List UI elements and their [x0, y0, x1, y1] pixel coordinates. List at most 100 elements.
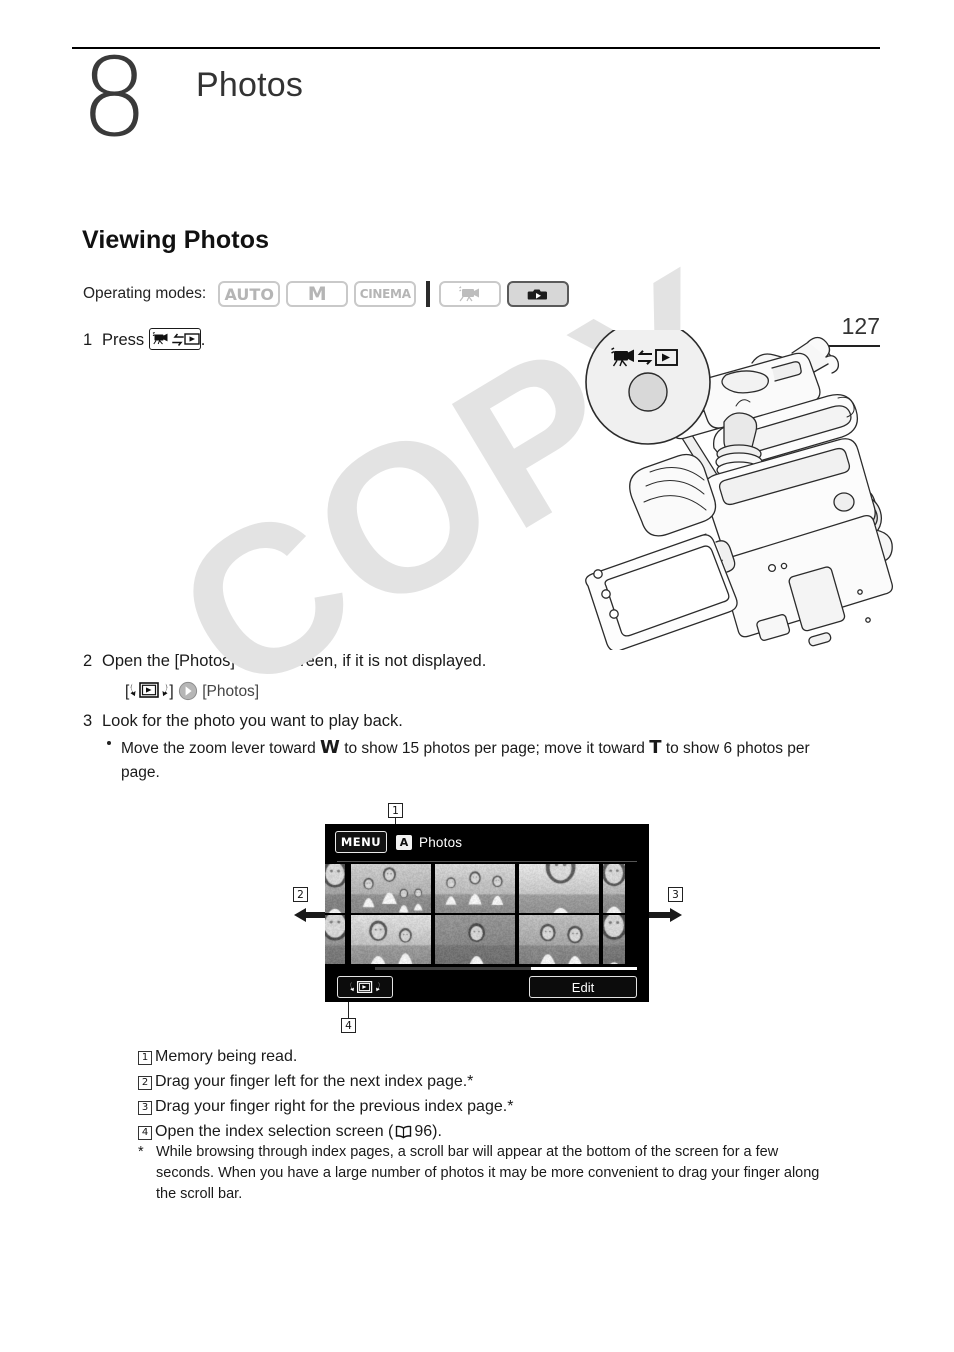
step-1: 1 Press .	[83, 328, 205, 351]
zoom-wide-label: W	[320, 737, 340, 758]
thumbnail-col-partial-left	[325, 864, 345, 964]
header-divider	[337, 861, 637, 862]
step-3: 3 Look for the photo you want to play bac…	[83, 710, 403, 732]
step-1-text-before: Press	[102, 331, 145, 349]
step-3-bullet-part2: to show 15 photos per page; move it towa…	[344, 740, 645, 757]
memory-badge: A	[396, 834, 412, 850]
step-3-number: 3	[83, 712, 93, 730]
auto-mode-label: AUTO	[224, 284, 274, 304]
thumbnail-col-2	[435, 864, 515, 964]
footnote-marker: *	[138, 1144, 144, 1160]
operating-modes-row: Operating modes: AUTO M CINEMA	[83, 281, 575, 307]
legend-item-1: 1 Memory being read.	[138, 1044, 838, 1069]
book-glyph	[396, 1125, 412, 1139]
thumbnail[interactable]	[519, 864, 599, 913]
next-arrow-icon	[178, 681, 198, 708]
step-3-text: Look for the photo you want to play back…	[102, 712, 403, 730]
footnote: * While browsing through index pages, a …	[138, 1142, 828, 1205]
callout-1: 1	[388, 803, 403, 818]
auto-mode-icon: AUTO	[218, 281, 281, 307]
thumbnail-col-partial-right	[603, 864, 625, 964]
index-screen-footer: Edit	[325, 974, 649, 1002]
menu-button[interactable]: MENU	[335, 831, 387, 853]
callout-legend: 1 Memory being read. 2 Drag your finger le…	[138, 1044, 838, 1144]
thumbnail[interactable]	[435, 915, 515, 964]
thumbnail-col-3	[519, 864, 599, 964]
video-playback-glyph	[459, 285, 480, 301]
next-page-arrow-icon	[643, 908, 682, 922]
legend-item-4: 4 Open the index selection screen ( 96).	[138, 1119, 838, 1144]
chapter-number: 8	[80, 36, 149, 161]
index-screen-figure: 1 2 3 4 MENU A Photos Edit	[293, 800, 683, 1035]
chapter-title: Photos	[196, 66, 304, 104]
legend-number-2: 2	[138, 1076, 152, 1090]
photo-playback-mode-icon	[507, 281, 570, 307]
section-title: Viewing Photos	[82, 226, 270, 254]
legend-text-4-before: Open the index selection screen (	[155, 1123, 394, 1140]
mode-divider	[426, 281, 431, 307]
footnote-text: While browsing through index pages, a sc…	[156, 1144, 820, 1203]
play-box-glyph	[184, 333, 200, 345]
index-selection-glyph	[130, 682, 168, 698]
zoom-tele-label: T	[649, 737, 662, 758]
step-2-number: 2	[83, 652, 93, 670]
step-2: 2 Open the [Photos] index screen, if it i…	[83, 650, 486, 672]
step-2-text: Open the [Photos] index screen, if it is…	[102, 652, 487, 670]
legend-text-2: Drag your finger left for the next index…	[155, 1073, 474, 1090]
edit-button[interactable]: Edit	[529, 976, 637, 998]
next-arrow-glyph	[178, 681, 198, 701]
camcorder-figure	[585, 319, 893, 652]
thumbnail[interactable]	[435, 864, 515, 913]
scroll-bar-track[interactable]	[375, 967, 531, 970]
photo-playback-glyph	[527, 289, 548, 299]
cinema-mode-icon: CINEMA	[354, 281, 417, 307]
step-1-text-after: .	[200, 331, 206, 349]
index-screen-header: MENU A Photos	[325, 824, 649, 860]
step-2-path-target: [Photos]	[202, 683, 260, 700]
thumbnail-partial[interactable]	[325, 864, 345, 913]
callout-4: 4	[341, 1018, 356, 1033]
legend-page-ref-4: 96	[414, 1123, 433, 1140]
legend-text-4-after: ).	[432, 1123, 442, 1140]
legend-item-3: 3 Drag your finger right for the previous…	[138, 1094, 838, 1119]
legend-number-3: 3	[138, 1101, 152, 1115]
manual-page: COPY 8 Photos 127 Viewing Photos Operati…	[0, 0, 954, 1352]
header-rule	[72, 47, 880, 49]
camcorder-glyph	[152, 332, 168, 345]
bracket-close: ]	[169, 683, 174, 700]
index-selection-icon	[129, 680, 169, 701]
index-selection-glyph	[350, 981, 380, 993]
callout-3: 3	[668, 887, 683, 902]
photos-index-screen: MENU A Photos Edit	[325, 824, 649, 1002]
legend-number-4: 4	[138, 1126, 152, 1140]
cinema-mode-label: CINEMA	[359, 287, 411, 301]
video-playback-mode-icon	[439, 281, 502, 307]
manual-mode-label: M	[307, 283, 327, 305]
thumbnail-partial[interactable]	[603, 915, 625, 964]
index-screen-title: Photos	[419, 834, 463, 850]
bullet-dot	[107, 741, 111, 745]
legend-text-1: Memory being read.	[155, 1048, 298, 1065]
step-3-bullet: Move the zoom lever toward W to show 15 …	[107, 734, 841, 784]
index-selection-button[interactable]	[337, 976, 393, 998]
thumbnail-partial[interactable]	[325, 915, 345, 964]
thumbnail[interactable]	[351, 864, 431, 913]
step-2-path: [ ] [Photos]	[125, 680, 259, 708]
thumbnail[interactable]	[519, 915, 599, 964]
thumbnail[interactable]	[351, 915, 431, 964]
thumbnail-partial[interactable]	[603, 864, 625, 913]
manual-mode-icon: M	[286, 281, 349, 307]
scroll-bar-thumb[interactable]	[531, 967, 637, 970]
callout-2: 2	[293, 887, 308, 902]
camcorder-illustration	[576, 319, 906, 652]
legend-item-2: 2 Drag your finger left for the next inde…	[138, 1069, 838, 1094]
thumbnail-grid	[325, 864, 649, 964]
thumbnail-col-1	[351, 864, 431, 964]
legend-number-1: 1	[138, 1051, 152, 1065]
step-3-bullet-part1: Move the zoom lever toward	[121, 740, 316, 757]
step-1-number: 1	[83, 331, 93, 349]
legend-text-3: Drag your finger right for the previous …	[155, 1098, 514, 1115]
camera-playback-toggle-icon	[148, 328, 201, 350]
swap-arrows-glyph	[172, 333, 184, 346]
operating-modes-label: Operating modes:	[83, 285, 207, 302]
